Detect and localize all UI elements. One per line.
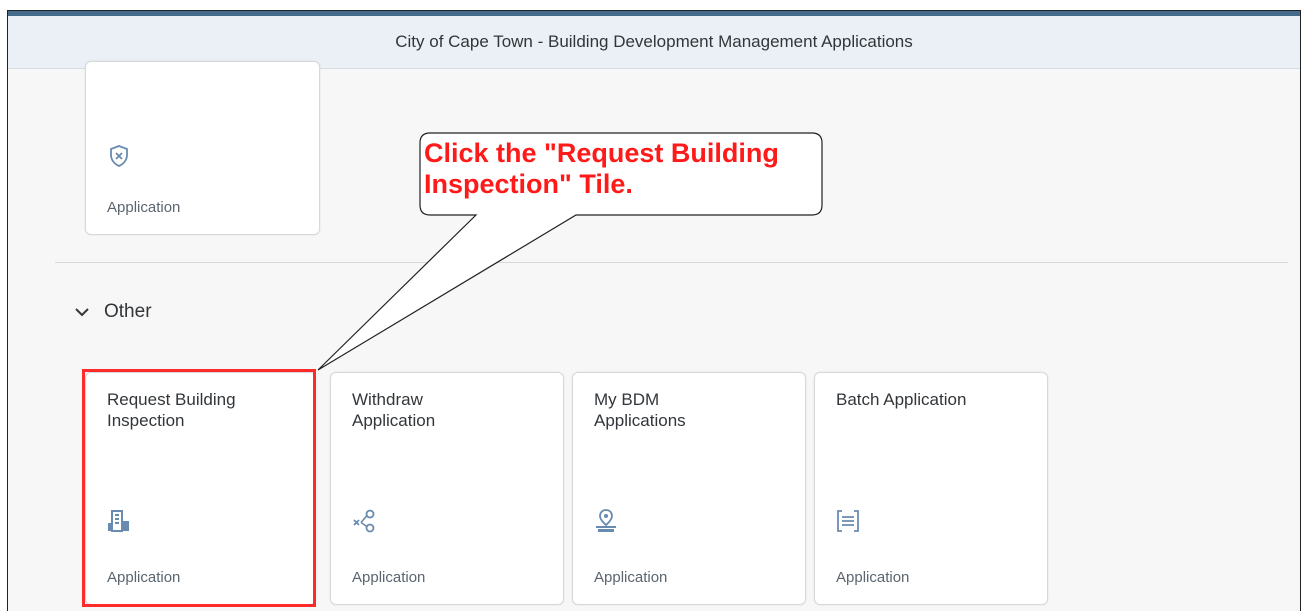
callout-text: Click the "Request Building Inspection" … [424, 138, 779, 199]
callout-bubble [317, 132, 823, 371]
